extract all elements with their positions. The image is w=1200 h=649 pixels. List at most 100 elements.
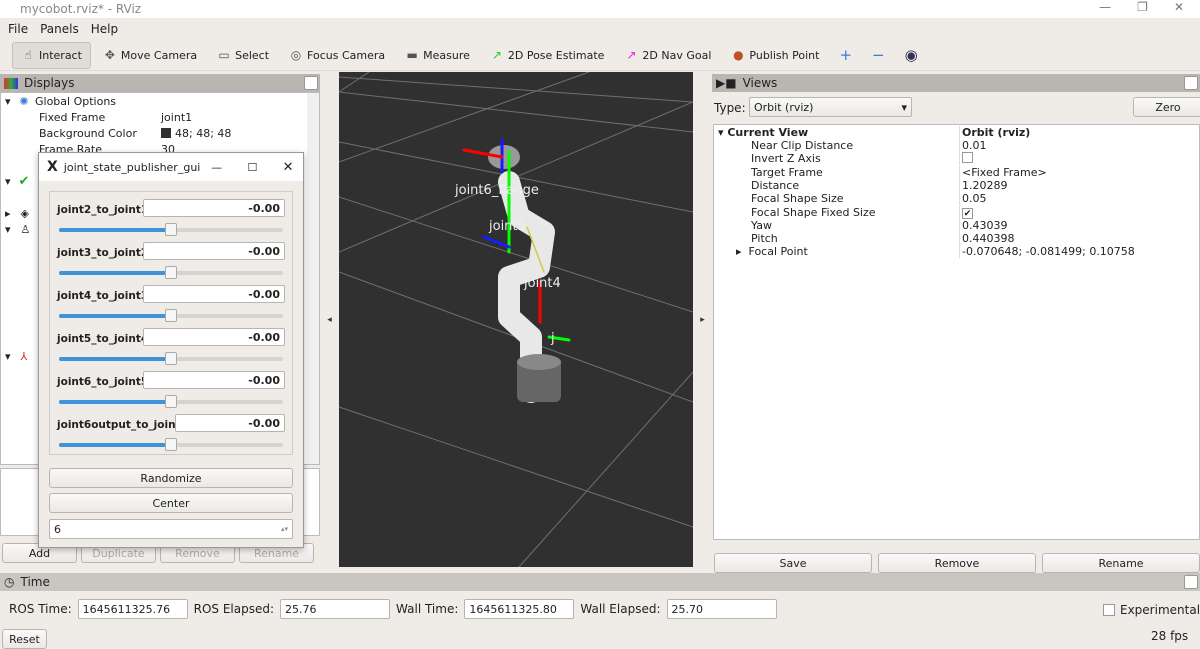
ros-time-field[interactable]: 1645611325.76: [77, 599, 188, 619]
add-tool-icon[interactable]: +: [831, 42, 860, 69]
maximize-button[interactable]: ❐: [1137, 0, 1148, 18]
slider-thumb[interactable]: [165, 438, 177, 451]
collapse-left-handle[interactable]: ◂: [320, 72, 339, 567]
center-button[interactable]: Center: [49, 493, 293, 513]
menu-help[interactable]: Help: [91, 22, 118, 36]
slider-thumb[interactable]: [165, 309, 177, 322]
background-color-label: Background Color: [39, 126, 137, 140]
reset-button[interactable]: Reset: [2, 629, 47, 649]
joint-slider-row: joint4_to_joint3 -0.00: [57, 285, 285, 323]
remove-tool-icon[interactable]: −: [864, 42, 893, 69]
panel-float-checkbox[interactable]: [1184, 575, 1198, 589]
collapse-arrow-icon[interactable]: ▾: [5, 350, 11, 363]
tool-2d-pose-estimate[interactable]: ↗ 2D Pose Estimate: [482, 42, 613, 69]
panel-float-checkbox[interactable]: [1184, 76, 1198, 90]
checkbox[interactable]: [962, 151, 973, 163]
joint-slider[interactable]: [59, 438, 283, 451]
zero-button[interactable]: Zero: [1133, 97, 1200, 117]
wall-time-field[interactable]: 1645611325.80: [464, 599, 575, 619]
joint-value-field[interactable]: -0.00: [143, 328, 285, 346]
view-prop-label: Pitch: [751, 232, 778, 246]
tool-2d-nav-goal[interactable]: ↗ 2D Nav Goal: [616, 42, 719, 69]
views-panel-header: ▶■ Views: [712, 74, 1200, 92]
experimental-checkbox[interactable]: [1103, 604, 1115, 616]
joint-slider[interactable]: [59, 352, 283, 365]
ros-elapsed-label: ROS Elapsed:: [193, 602, 275, 616]
menu-file[interactable]: File: [8, 22, 28, 36]
menu-panels[interactable]: Panels: [40, 22, 79, 36]
tool-focus-camera[interactable]: ◎ Focus Camera: [281, 42, 393, 69]
tool-interact[interactable]: ☝ Interact: [12, 41, 91, 69]
color-swatch[interactable]: [161, 128, 171, 138]
global-options[interactable]: Global Options: [35, 95, 161, 108]
dialog-maximize-button[interactable]: ☐: [238, 161, 268, 174]
3d-viewport[interactable]: joint6_flange joint5 joint4 j: [339, 72, 693, 567]
joint-slider[interactable]: [59, 309, 283, 322]
robot-model-icon: ♙: [20, 222, 31, 236]
expand-arrow-icon[interactable]: ▸: [5, 207, 11, 220]
checked-checkbox[interactable]: ✔: [962, 207, 973, 219]
spin-value: 6: [54, 522, 61, 536]
views-tree: ▾ Current View Orbit (rviz) Near Clip Dist…: [713, 124, 1200, 540]
dialog-title: joint_state_publisher_gui: [63, 160, 201, 174]
slider-thumb[interactable]: [165, 223, 177, 236]
tool-measure[interactable]: ▬ Measure: [397, 42, 478, 69]
spin-box[interactable]: 6 ▴▾: [49, 519, 293, 539]
fps-readout: 28 fps: [1151, 629, 1189, 643]
slider-fill: [59, 443, 171, 447]
background-color-value[interactable]: 48; 48; 48: [175, 127, 231, 140]
view-prop-value[interactable]: 0.01: [962, 139, 987, 152]
tool-label: Measure: [423, 48, 470, 62]
joint-value-field[interactable]: -0.00: [143, 199, 285, 217]
collapse-right-handle[interactable]: ▸: [693, 72, 712, 567]
slider-fill: [59, 357, 171, 361]
dialog-minimize-button[interactable]: —: [202, 161, 232, 174]
hand-icon: ☝: [24, 48, 32, 62]
view-prop-value[interactable]: 0.05: [962, 192, 987, 205]
ros-elapsed-field[interactable]: 25.76: [280, 599, 391, 619]
panel-float-checkbox[interactable]: [304, 76, 318, 90]
rename-view-button[interactable]: Rename: [1042, 553, 1200, 573]
tool-move-camera[interactable]: ✥ Move Camera: [95, 42, 205, 69]
joint-slider[interactable]: [59, 395, 283, 408]
scene: joint6_flange joint5 joint4 j: [339, 72, 693, 567]
joint-value-field[interactable]: -0.00: [143, 371, 285, 389]
spin-arrows-icon[interactable]: ▴▾: [281, 525, 288, 533]
joint-value-field[interactable]: -0.00: [143, 242, 285, 260]
minimize-button[interactable]: —: [1099, 0, 1111, 18]
type-label: Type:: [714, 101, 746, 115]
joint-slider[interactable]: [59, 266, 283, 279]
view-prop-value[interactable]: 0.440398: [962, 232, 1015, 245]
wall-elapsed-field[interactable]: 25.70: [666, 599, 777, 619]
slider-thumb[interactable]: [165, 352, 177, 365]
joint-name: joint6_to_joint5: [57, 376, 149, 388]
collapse-arrow-icon[interactable]: ▾: [5, 175, 11, 188]
view-prop-value[interactable]: 1.20289: [962, 179, 1008, 192]
tool-label: Publish Point: [749, 48, 820, 62]
joint-value-field[interactable]: -0.00: [175, 414, 285, 432]
tool-select[interactable]: ▭ Select: [209, 42, 277, 69]
remove-view-button[interactable]: Remove: [878, 553, 1036, 573]
joint-value-field[interactable]: -0.00: [143, 285, 285, 303]
save-view-button[interactable]: Save: [714, 553, 872, 573]
collapse-arrow-icon[interactable]: ▾: [5, 223, 11, 236]
displays-scrollbar[interactable]: [307, 93, 319, 464]
dialog-close-button[interactable]: ✕: [273, 160, 303, 175]
view-menu-icon[interactable]: ◉: [897, 42, 926, 69]
view-prop-value[interactable]: 0.43039: [962, 219, 1008, 232]
close-button[interactable]: ✕: [1174, 0, 1184, 18]
randomize-button[interactable]: Randomize: [49, 468, 293, 488]
wall-time-label: Wall Time:: [396, 602, 459, 616]
collapse-arrow-icon[interactable]: ▾: [1, 95, 13, 108]
tool-publish-point[interactable]: ● Publish Point: [723, 42, 827, 69]
fixed-frame-value[interactable]: joint1: [161, 111, 192, 124]
slider-thumb[interactable]: [165, 395, 177, 408]
slider-thumb[interactable]: [165, 266, 177, 279]
view-type-select[interactable]: Orbit (rviz) ▾: [749, 97, 912, 117]
joint-slider[interactable]: [59, 223, 283, 236]
check-icon: ✔: [18, 173, 30, 189]
view-prop-value[interactable]: -0.070648; -0.081499; 0.10758: [962, 245, 1135, 258]
view-prop-value[interactable]: <Fixed Frame>: [962, 166, 1047, 179]
collapse-arrow-icon[interactable]: ▾: [718, 126, 727, 139]
expand-arrow-icon[interactable]: ▸: [736, 245, 749, 258]
